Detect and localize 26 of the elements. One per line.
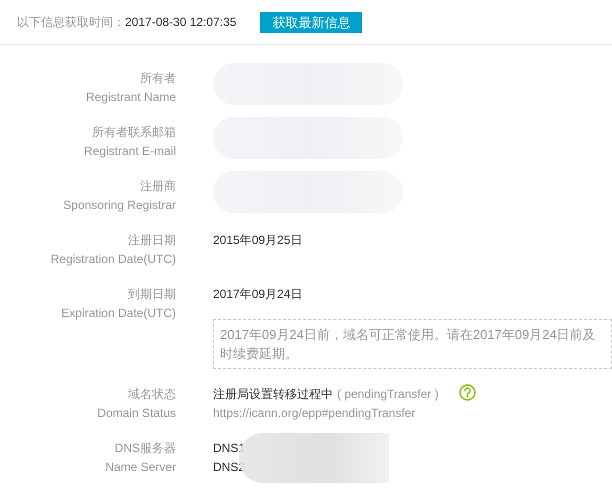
status-code: ( pendingTransfer )	[337, 386, 439, 403]
field-value: 注册局设置转移过程中	[213, 386, 333, 403]
fetch-time: 2017-08-30 12:07:35	[125, 15, 236, 29]
field-label: Registrant E-mail	[82, 143, 176, 160]
field-label: Sponsoring Registrar	[62, 197, 176, 214]
field-label: 所有者	[139, 70, 176, 87]
field-label: Expiration Date(UTC)	[60, 305, 176, 322]
field-label: 到期日期	[127, 286, 176, 303]
field-label: Registrant Name	[84, 89, 176, 106]
field-label: DNS服务器	[114, 440, 176, 457]
status-link[interactable]: https://icann.org/epp#pendingTransfer	[213, 404, 612, 423]
field-value: 2017年09月24日	[213, 286, 304, 303]
field-label: Name Server	[104, 459, 176, 476]
field-value: DNS2	[213, 459, 246, 476]
field-label: 域名状态	[127, 386, 176, 403]
field-label: 所有者联系邮箱	[91, 124, 176, 141]
field-label: 注册商	[139, 178, 176, 195]
help-icon[interactable]	[458, 384, 476, 401]
expiry-notice: 2017年09月24日前，域名可正常使用。请在2017年09月24日前及时续费延期。	[213, 319, 612, 369]
fetch-time-label: 以下信息获取时间：	[17, 14, 125, 30]
field-label: 注册日期	[127, 232, 176, 249]
field-value: 2015年09月25日	[213, 232, 304, 249]
refresh-button[interactable]: 获取最新信息	[260, 12, 362, 32]
field-label: Registration Date(UTC)	[50, 251, 176, 268]
field-value: DNS1	[213, 440, 246, 457]
field-label: Domain Status	[96, 405, 176, 422]
